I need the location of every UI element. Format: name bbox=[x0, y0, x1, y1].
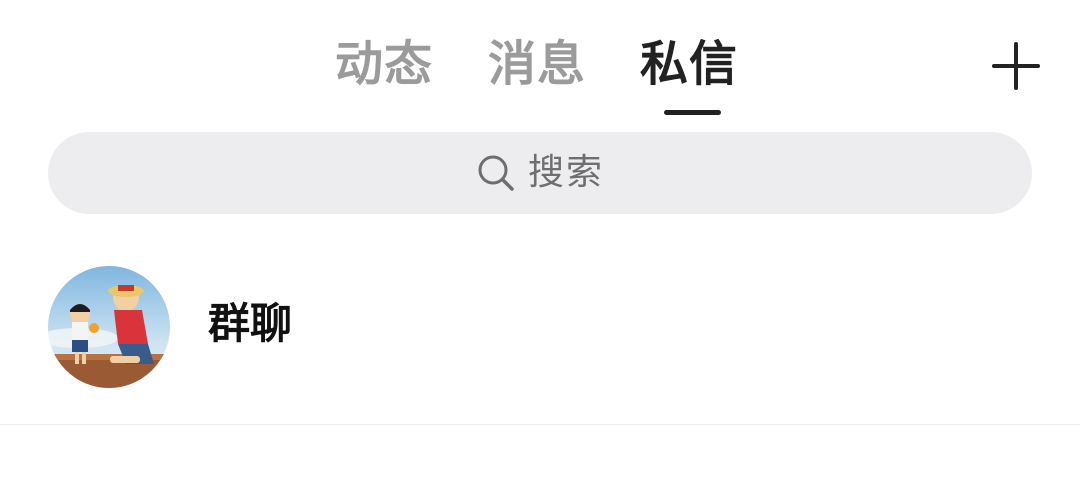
tab-dynamic[interactable]: 动态 bbox=[335, 34, 433, 94]
search-icon bbox=[478, 155, 514, 191]
list-divider bbox=[0, 424, 1080, 425]
group-avatar-image bbox=[48, 266, 170, 388]
search-bar[interactable]: 搜索 bbox=[48, 132, 1032, 214]
chat-list-item[interactable]: 群聊 bbox=[0, 256, 1080, 424]
tab-private-messages[interactable]: 私信 bbox=[640, 34, 738, 94]
chat-name: 群聊 bbox=[208, 299, 293, 348]
top-tab-bar: 动态 消息 私信 bbox=[0, 26, 1080, 122]
active-tab-indicator bbox=[664, 110, 721, 115]
search-inner: 搜索 bbox=[48, 132, 1032, 214]
avatar bbox=[48, 266, 170, 388]
add-button[interactable] bbox=[990, 40, 1042, 92]
search-placeholder: 搜索 bbox=[527, 152, 604, 193]
plus-icon bbox=[992, 42, 1040, 90]
tab-messages[interactable]: 消息 bbox=[488, 34, 586, 94]
